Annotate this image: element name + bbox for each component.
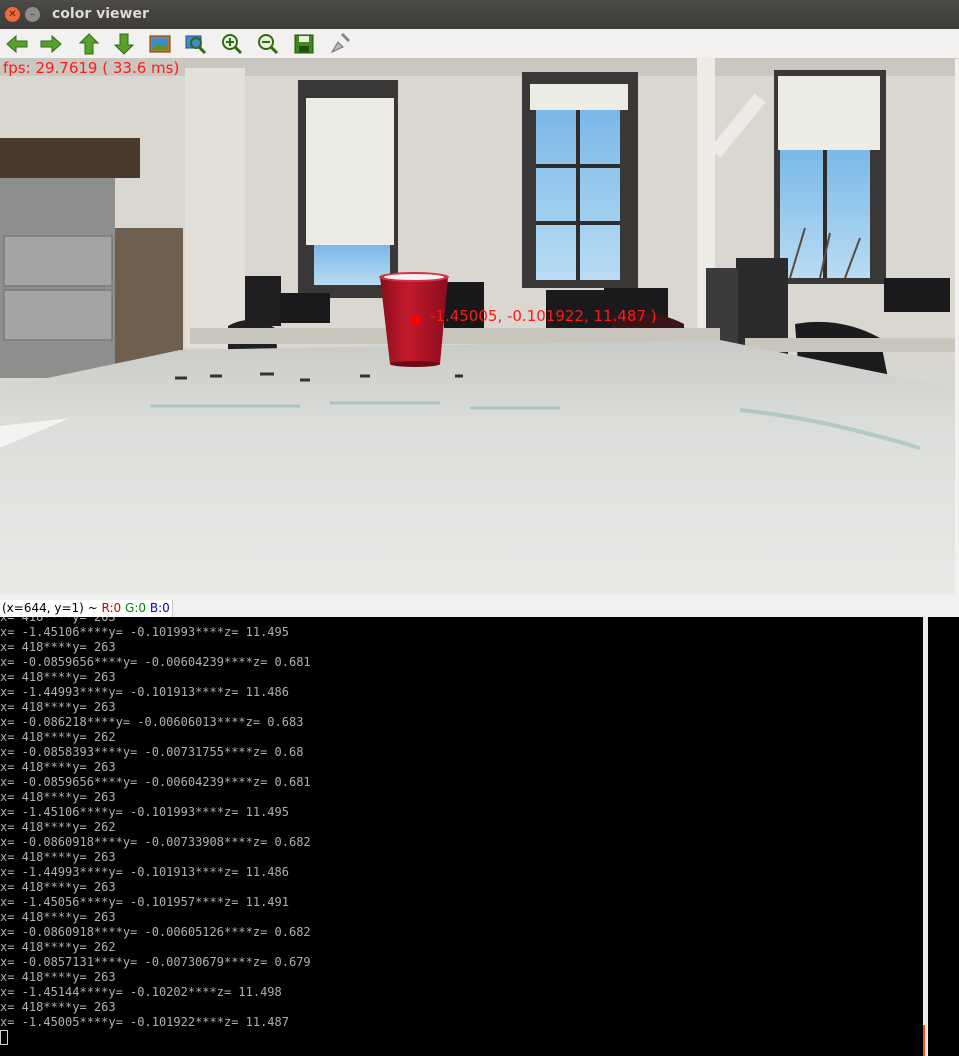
terminal-line: x= -0.0859656****y= -0.00604239****z= 0.… — [0, 655, 311, 669]
close-icon[interactable]: ✕ — [5, 7, 20, 22]
terminal-line: x= 418****y= 263 — [0, 790, 116, 804]
zoom-out-icon[interactable] — [255, 31, 281, 56]
camera-image-viewport[interactable]: fps: 29.7619 ( 33.6 ms) -1.45005, -0.101… — [0, 58, 955, 595]
zoom-fit-icon[interactable] — [183, 31, 209, 56]
terminal-line: x= -0.086218****y= -0.00606013****z= 0.6… — [0, 715, 304, 729]
terminal-line: x= -1.45056****y= -0.101957****z= 11.491 — [0, 895, 289, 909]
pixel-info: (x=644, y=1) ~ R:0 G:0 B:0 — [0, 600, 173, 617]
zoom-in-icon[interactable] — [219, 31, 245, 56]
up-arrow-icon[interactable] — [76, 31, 102, 56]
terminal-line: x= -1.44993****y= -0.101913****z= 11.486 — [0, 685, 289, 699]
blue-value: B:0 — [149, 601, 170, 615]
terminal-scrollbar[interactable] — [920, 617, 959, 1056]
save-icon[interactable] — [291, 31, 317, 56]
terminal-line: x= 418****y= 263 — [0, 970, 116, 984]
window-title: color viewer — [52, 6, 149, 22]
point-coordinate-label: -1.45005, -0.101922, 11.487 ) — [430, 307, 657, 325]
terminal-line: x= 418****y= 263 — [0, 670, 116, 684]
terminal-line: x= -1.45106****y= -0.101993****z= 11.495 — [0, 625, 289, 639]
terminal-line: x= 418****y= 263 — [0, 910, 116, 924]
title-bar[interactable]: ✕ – color viewer — [0, 0, 959, 29]
terminal-line: x= 418****y= 263 — [0, 880, 116, 894]
terminal-line: x= -0.0859656****y= -0.00604239****z= 0.… — [0, 775, 311, 789]
status-bar: (x=644, y=1) ~ R:0 G:0 B:0 — [0, 600, 959, 617]
terminal-output[interactable]: x= 418****y= 263 x= -1.45106****y= -0.101… — [0, 617, 920, 1056]
terminal-line: x= 418****y= 263 — [0, 850, 116, 864]
terminal-line: x= 418****y= 263 — [0, 760, 116, 774]
down-arrow-icon[interactable] — [111, 31, 137, 56]
color-viewer-window: ✕ – color viewer fps: 29.7619 (33.6 ms)… — [0, 0, 959, 617]
terminal-line: x= -0.0860918****y= -0.00733908****z= 0.… — [0, 835, 311, 849]
back-arrow-icon[interactable] — [4, 31, 30, 56]
terminal-line: x= -1.45106****y= -0.101993****z= 11.495 — [0, 805, 289, 819]
minimize-icon[interactable]: – — [25, 7, 40, 22]
terminal-line: x= 418****y= 262 — [0, 820, 116, 834]
terminal-lines: x= 418****y= 263 x= -1.45106****y= -0.101… — [0, 617, 311, 1047]
image-icon[interactable] — [147, 31, 173, 56]
terminal-line: x= -0.0860918****y= -0.00605126****z= 0.… — [0, 925, 311, 939]
terminal-line: x= 418****y= 262 — [0, 940, 116, 954]
green-value: G:0 — [125, 601, 147, 615]
clear-icon[interactable] — [327, 31, 353, 56]
terminal-line: x= -1.44993****y= -0.101913****z= 11.486 — [0, 865, 289, 879]
scroll-track[interactable] — [923, 617, 928, 1056]
terminal-line: x= 418****y= 263 — [0, 1000, 116, 1014]
terminal-line: x= 418****y= 263 — [0, 640, 116, 654]
forward-arrow-icon[interactable] — [38, 31, 64, 56]
terminal-line: x= 418****y= 263 — [0, 700, 116, 714]
terminal-line: x= 418****y= 262 — [0, 730, 116, 744]
terminal-line: x= -1.45005****y= -0.101922****z= 11.487 — [0, 1015, 289, 1029]
scroll-thumb[interactable] — [923, 1025, 925, 1056]
camera-image — [0, 58, 955, 595]
terminal-line: x= -0.0858393****y= -0.00731755****z= 0.… — [0, 745, 304, 759]
fps-overlay: fps: 29.7619 ( 33.6 ms) — [3, 59, 180, 77]
cursor-coords: (x=644, y=1) ~ — [2, 601, 98, 615]
terminal-line: x= -1.45144****y= -0.10202****z= 11.498 — [0, 985, 282, 999]
terminal-prompt[interactable] — [0, 1030, 311, 1047]
red-value: R:0 — [101, 601, 122, 615]
terminal-line: x= -0.0857131****y= -0.00730679****z= 0.… — [0, 955, 311, 969]
cursor-icon — [0, 1030, 8, 1045]
terminal-line: x= 418****y= 263 — [0, 617, 116, 624]
toolbar — [0, 29, 959, 59]
